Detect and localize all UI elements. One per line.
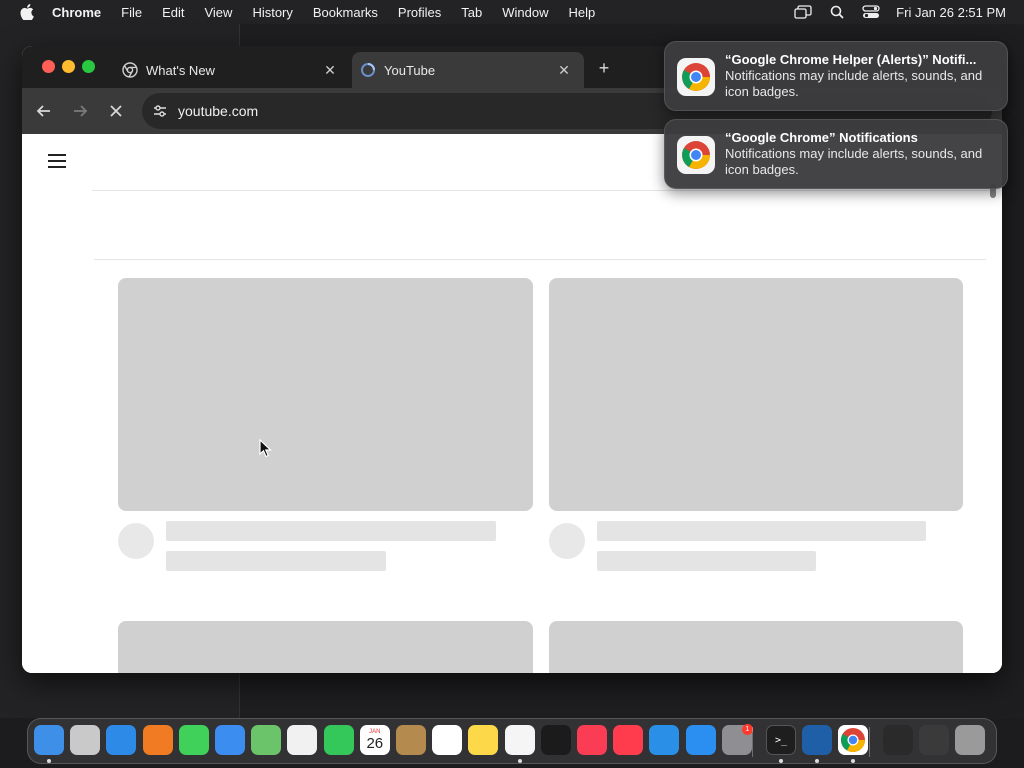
header-divider (92, 190, 996, 191)
tab-youtube[interactable]: YouTube ✕ (352, 52, 584, 88)
calendar-icon[interactable]: JAN 26 (359, 725, 390, 755)
dock: JAN 26 1 >_ (27, 718, 997, 764)
contacts-icon[interactable] (396, 725, 426, 755)
notification-body: Notifications may include alerts, sounds… (725, 68, 983, 99)
menu-bookmarks[interactable]: Bookmarks (313, 5, 378, 20)
window-zoom-button[interactable] (82, 60, 95, 73)
finder-icon[interactable] (34, 725, 64, 755)
chips-divider (94, 259, 986, 260)
mouse-cursor-icon (259, 439, 272, 458)
dock-separator (752, 727, 753, 757)
dock-separator (868, 727, 870, 757)
tab-title: What's New (146, 62, 215, 78)
video-thumbnail-placeholder[interactable] (118, 278, 533, 511)
mail-icon[interactable] (215, 725, 245, 755)
menu-app-name[interactable]: Chrome (52, 5, 101, 20)
tab-whats-new[interactable]: What's New ✕ (114, 52, 350, 88)
running-indicator (815, 759, 820, 763)
app-store-icon[interactable] (685, 725, 716, 755)
apple-menu-icon[interactable] (18, 4, 36, 20)
running-indicator (517, 759, 522, 763)
video-thumbnail-placeholder[interactable] (118, 621, 533, 673)
channel-avatar-placeholder (549, 523, 585, 559)
chrome-icon (677, 58, 715, 96)
site-info-icon[interactable] (150, 101, 170, 121)
notification-body: Notifications may include alerts, sounds… (725, 146, 983, 177)
music-icon[interactable] (577, 725, 607, 755)
video-meta-placeholder (166, 551, 386, 571)
facetime-icon[interactable] (323, 725, 354, 755)
loading-spinner-icon (361, 63, 375, 77)
trash-icon[interactable] (955, 725, 985, 755)
hamburger-menu-icon[interactable] (48, 154, 68, 170)
new-tab-button[interactable]: + (594, 58, 614, 78)
running-indicator (47, 759, 51, 763)
menu-help[interactable]: Help (569, 5, 596, 20)
system-settings-icon[interactable]: 1 (721, 724, 753, 755)
chrome-icon (677, 136, 715, 174)
messages-icon[interactable] (178, 725, 209, 755)
keynote-icon[interactable] (649, 725, 680, 755)
menu-bar-clock[interactable]: Fri Jan 26 2:51 PM (896, 5, 1006, 20)
menu-edit[interactable]: Edit (162, 5, 184, 20)
video-thumbnail-placeholder[interactable] (549, 278, 963, 511)
apple-tv-icon[interactable] (540, 725, 571, 755)
menu-history[interactable]: History (252, 5, 292, 20)
stop-loading-icon[interactable] (106, 101, 126, 121)
menu-bar: Chrome File Edit View History Bookmarks … (0, 0, 1024, 24)
menu-file[interactable]: File (121, 5, 142, 20)
menu-tab[interactable]: Tab (461, 5, 482, 20)
maps-icon[interactable] (251, 725, 282, 755)
spotlight-search-icon[interactable] (828, 5, 846, 19)
menu-view[interactable]: View (204, 5, 232, 20)
video-thumbnail-placeholder[interactable] (549, 621, 963, 673)
running-indicator (779, 759, 783, 763)
back-arrow-icon[interactable] (34, 101, 54, 121)
screen-sharing-icon[interactable] (918, 725, 949, 755)
notification-chrome-helper-alerts[interactable]: “Google Chrome Helper (Alerts)” Notifi..… (664, 41, 1008, 111)
photos-icon[interactable] (287, 725, 318, 755)
notification-title: “Google Chrome” Notifications (725, 130, 918, 145)
address-text[interactable]: youtube.com (178, 103, 258, 119)
notification-title: “Google Chrome Helper (Alerts)” Notifi..… (725, 52, 977, 67)
page-content (22, 134, 1002, 673)
chrome-icon[interactable] (838, 725, 869, 755)
tab-close-icon[interactable]: ✕ (556, 62, 572, 78)
window-minimize-button[interactable] (62, 60, 75, 73)
window-close-button[interactable] (42, 60, 55, 73)
tab-close-icon[interactable]: ✕ (322, 62, 338, 78)
launchpad-icon[interactable] (70, 725, 101, 755)
notification-google-chrome[interactable]: “Google Chrome” Notifications Notificati… (664, 119, 1008, 189)
reminders-icon[interactable] (432, 725, 463, 755)
news-icon[interactable] (613, 725, 644, 755)
channel-avatar-placeholder (118, 523, 154, 559)
wine-icon[interactable] (882, 725, 913, 755)
firefox-icon[interactable] (142, 725, 173, 755)
running-indicator (851, 759, 856, 763)
chrome-icon (122, 62, 138, 78)
terminal-icon[interactable]: >_ (766, 725, 796, 755)
menu-window[interactable]: Window (502, 5, 548, 20)
menu-profiles[interactable]: Profiles (398, 5, 441, 20)
forward-arrow-icon[interactable] (70, 101, 90, 121)
video-title-placeholder (597, 521, 926, 541)
tab-title: YouTube (384, 62, 436, 78)
notes-icon[interactable] (468, 725, 499, 755)
calendar-day: 26 (366, 734, 384, 752)
safari-icon[interactable] (106, 725, 137, 755)
video-title-placeholder (166, 521, 496, 541)
screen-mirroring-icon[interactable] (794, 5, 812, 19)
video-meta-placeholder (597, 551, 816, 571)
virtualbox-icon[interactable] (802, 725, 833, 755)
freeform-icon[interactable] (504, 725, 535, 755)
control-center-icon[interactable] (862, 5, 880, 19)
